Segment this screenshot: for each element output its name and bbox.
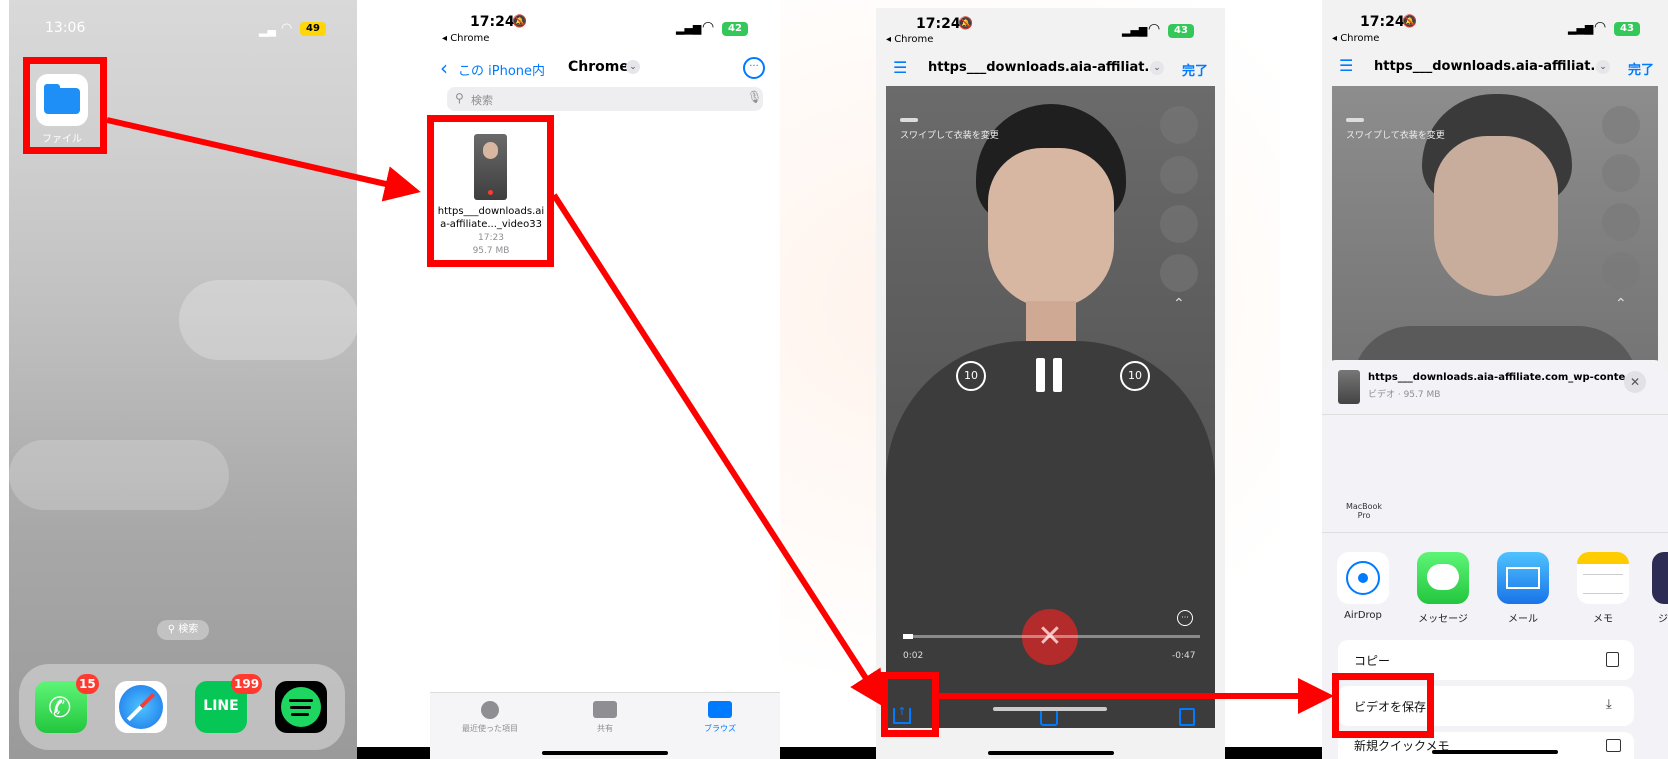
annotation-arrows — [106, 117, 1334, 714]
arrow-to-file-list — [106, 117, 421, 202]
arrow-to-share-button — [551, 193, 885, 708]
